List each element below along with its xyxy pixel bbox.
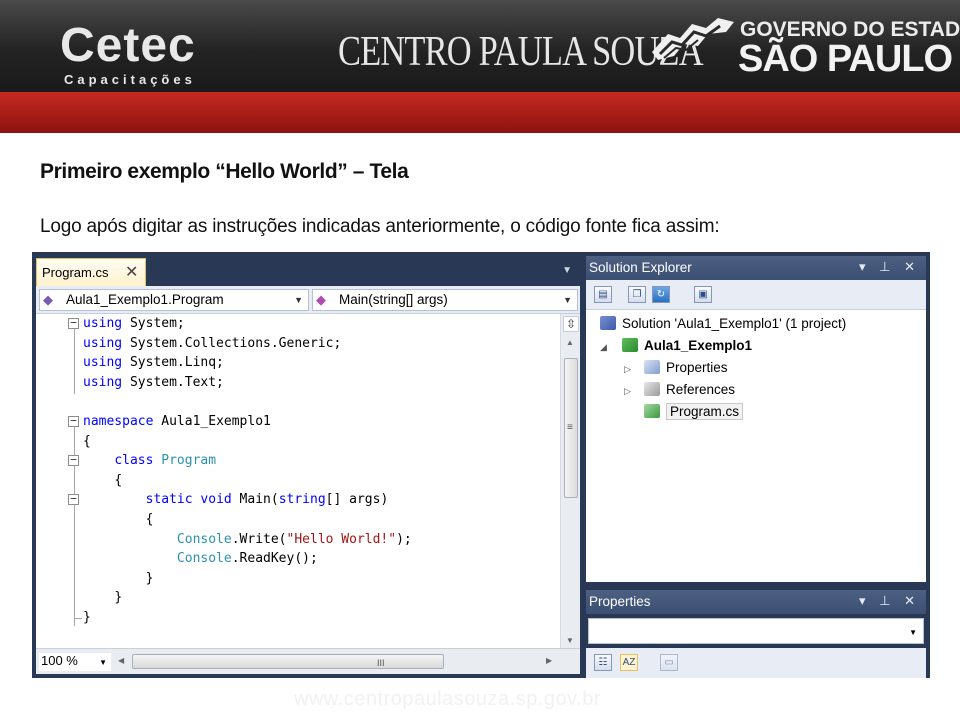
scroll-left-icon[interactable]: ◀: [118, 656, 124, 665]
code-line: {: [83, 434, 91, 449]
vertical-scrollbar[interactable]: ⇳ ▲ ≡ ▼: [560, 314, 580, 648]
tree-node-program-cs[interactable]: Program.cs: [644, 402, 744, 422]
zoom-combo[interactable]: 100 % ▼: [39, 653, 111, 671]
scroll-right-icon[interactable]: ▶: [546, 656, 552, 665]
collapsed-icon[interactable]: ▷: [624, 381, 631, 401]
cetec-logo-text: Cetec: [60, 19, 196, 72]
refresh-icon[interactable]: ↻: [652, 286, 670, 303]
cetec-logo-subtext: Capacitações: [64, 72, 196, 87]
zoom-value: 100 %: [41, 653, 78, 668]
panel-window-buttons[interactable]: ▾ ⊥ ✕: [859, 259, 920, 275]
tree-node-references[interactable]: ▷ References: [624, 380, 735, 400]
scroll-down-icon[interactable]: ▼: [566, 636, 574, 645]
visual-studio-window: Program.cs ✕ ▼ ◆ Aula1_Exemplo1.Program …: [32, 252, 930, 678]
code-line: }: [83, 610, 91, 625]
properties-folder-icon: [644, 360, 660, 374]
tab-label: Program.cs: [42, 265, 109, 280]
grip-icon: III: [377, 658, 385, 668]
solution-tree: Solution 'Aula1_Exemplo1' (1 project) ◢ …: [586, 310, 926, 582]
collapse-icon[interactable]: −: [68, 415, 79, 427]
collapse-icon[interactable]: −: [68, 454, 79, 466]
code-line: namespace Aula1_Exemplo1: [83, 414, 271, 429]
categorized-icon[interactable]: ☷: [594, 654, 612, 671]
tree-node-solution[interactable]: Solution 'Aula1_Exemplo1' (1 project): [600, 314, 846, 334]
solution-explorer-title-bar: Solution Explorer ▾ ⊥ ✕: [586, 256, 926, 280]
grip-icon: ≡: [567, 422, 573, 433]
chevron-down-icon: ▼: [99, 658, 107, 667]
alphabetical-sort-icon[interactable]: AZ: [620, 654, 638, 671]
properties-title: Properties: [589, 594, 651, 609]
sp-emblem-icon: [652, 18, 734, 60]
footer-url: www.centropaulasouza.sp.gov.br: [294, 688, 602, 710]
code-line: {: [114, 473, 123, 488]
tab-dropdown-icon[interactable]: ▼: [562, 265, 572, 276]
code-line: class Program: [114, 453, 217, 468]
method-icon: ◆: [316, 292, 326, 307]
code-line: Console.Write("Hello World!");: [176, 532, 412, 547]
banner-red-band: [0, 92, 960, 133]
header-banner: Cetec Capacitações CENTRO PAULA SOUZA GO…: [0, 0, 960, 133]
code-line: static void Main(string[] args): [145, 492, 389, 507]
outline-guide: [74, 328, 75, 394]
solution-icon: [600, 316, 616, 330]
properties-title-bar: Properties ▾ ⊥ ✕: [586, 590, 926, 614]
collapse-icon[interactable]: −: [68, 317, 79, 329]
panel-window-buttons[interactable]: ▾ ⊥ ✕: [859, 593, 920, 609]
solution-explorer-toolbar: ▤ ❐ ↻ ▣: [586, 280, 926, 310]
properties-icon[interactable]: ▤: [594, 286, 612, 303]
tree-node-project[interactable]: ◢ Aula1_Exemplo1: [600, 336, 752, 356]
horizontal-scrollbar-bar: 100 % ▼ ◀ III ▶: [36, 648, 580, 674]
csharp-project-icon: [622, 338, 638, 352]
split-view-icon[interactable]: ⇳: [563, 316, 579, 332]
show-all-files-icon[interactable]: ❐: [628, 286, 646, 303]
gov-line2: SÃO PAULO: [738, 38, 953, 80]
code-area[interactable]: − − − − using System; using System.Colle…: [36, 314, 560, 648]
chevron-down-icon: ▼: [294, 295, 303, 305]
code-line: }: [114, 590, 123, 605]
code-line: {: [145, 512, 154, 527]
view-class-diagram-icon[interactable]: ▣: [694, 286, 712, 303]
collapse-icon[interactable]: −: [68, 493, 79, 505]
slide-intro-text: Logo após digitar as instruções indicada…: [40, 216, 720, 237]
cetec-logo: Cetec Capacitações: [60, 19, 196, 88]
tab-program-cs[interactable]: Program.cs ✕: [36, 258, 146, 286]
code-editor: Program.cs ✕ ▼ ◆ Aula1_Exemplo1.Program …: [36, 256, 580, 674]
class-icon: ◆: [43, 292, 53, 307]
outline-guide: [74, 618, 82, 619]
csharp-file-icon: [644, 404, 660, 418]
slide-title: Primeiro exemplo “Hello World” – Tela: [40, 160, 409, 183]
code-line: using System.Text;: [83, 375, 224, 390]
class-combo[interactable]: ◆ Aula1_Exemplo1.Program ▼: [39, 289, 309, 311]
solution-explorer-title: Solution Explorer: [589, 260, 692, 275]
expanded-icon[interactable]: ◢: [600, 337, 607, 357]
code-line: }: [145, 571, 154, 586]
horizontal-scroll-thumb[interactable]: III: [132, 654, 444, 669]
governo-sp-logo: GOVERNO DO ESTADO SÃO PAULO: [648, 10, 960, 80]
code-line: using System.Linq;: [83, 355, 224, 370]
class-combo-value: Aula1_Exemplo1.Program: [66, 292, 224, 307]
tree-node-properties[interactable]: ▷ Properties: [624, 358, 728, 378]
references-folder-icon: [644, 382, 660, 396]
editor-tabstrip: Program.cs ✕ ▼: [36, 256, 580, 286]
property-pages-icon[interactable]: ▭: [660, 654, 678, 671]
code-line: Console.ReadKey();: [176, 551, 318, 566]
member-combo[interactable]: ◆ Main(string[] args) ▼: [312, 289, 578, 311]
navigation-bar: ◆ Aula1_Exemplo1.Program ▼ ◆ Main(string…: [36, 286, 580, 314]
chevron-down-icon: ▼: [909, 628, 917, 637]
chevron-down-icon: ▼: [563, 295, 572, 305]
close-icon[interactable]: ✕: [125, 262, 138, 282]
collapsed-icon[interactable]: ▷: [624, 359, 631, 379]
code-line: using System.Collections.Generic;: [83, 336, 342, 351]
properties-object-combo[interactable]: ▼: [588, 618, 924, 644]
code-line: using System;: [83, 316, 185, 331]
properties-toolbar: ☷ AZ ▭: [586, 648, 926, 678]
member-combo-value: Main(string[] args): [339, 292, 448, 307]
scroll-up-icon[interactable]: ▲: [566, 338, 574, 347]
